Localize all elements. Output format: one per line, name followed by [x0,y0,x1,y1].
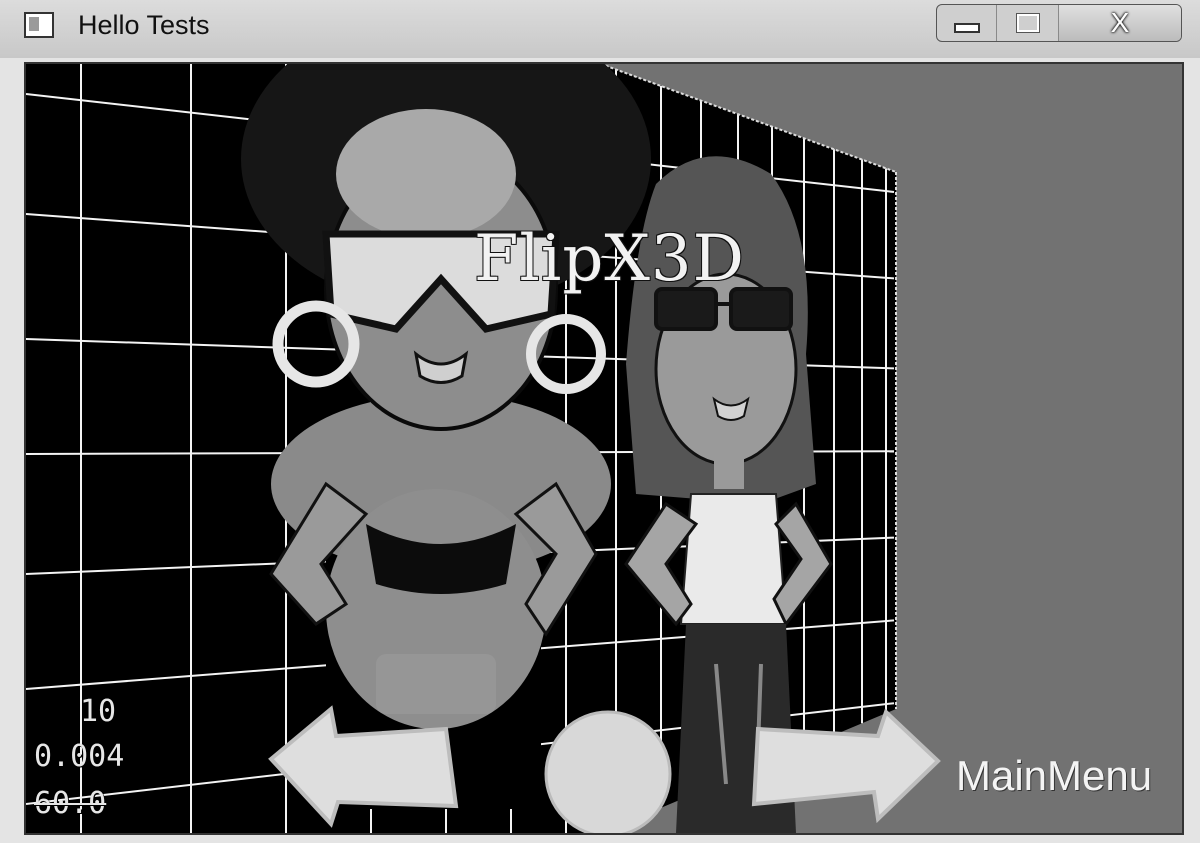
minimize-button[interactable] [937,5,997,41]
close-button[interactable]: X [1059,5,1181,41]
app-window: Hello Tests X FlipX3D 10 0.004 60.0 Main… [0,0,1200,843]
circle-button-icon [544,710,672,833]
maximize-button[interactable] [997,5,1059,41]
app-icon [24,12,54,38]
minimize-icon [953,23,980,33]
maximize-icon [1015,13,1040,33]
window-controls: X [936,4,1182,42]
object-count: 10 [80,694,117,729]
close-icon: X [1110,7,1130,38]
restart-button[interactable] [544,710,672,833]
title-bar[interactable]: Hello Tests X [0,0,1200,58]
window-title: Hello Tests [78,10,210,40]
main-menu-button[interactable]: MainMenu [956,752,1152,800]
fps-counter: 60.0 [34,786,107,821]
seconds-per-frame: 0.004 [34,739,125,774]
game-viewport[interactable]: FlipX3D 10 0.004 60.0 MainMenu [24,62,1184,835]
scene-title: FlipX3D [474,222,745,296]
scene-canvas [26,64,1182,833]
